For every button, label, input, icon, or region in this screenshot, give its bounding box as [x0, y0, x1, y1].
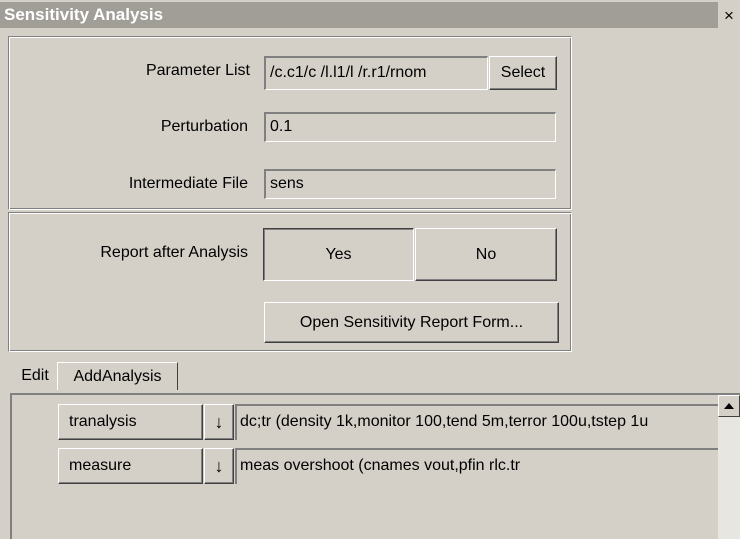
report-no-button[interactable]: No [415, 228, 557, 281]
report-after-analysis-label: Report after Analysis [100, 244, 248, 261]
tab-addanalysis[interactable]: AddAnalysis [57, 362, 178, 390]
analysis-command-field[interactable]: meas overshoot (cnames vout,pfin rlc.tr [235, 448, 718, 484]
arrow-up-icon [724, 403, 734, 409]
perturbation-field[interactable]: 0.1 [264, 112, 556, 142]
scroll-up-button[interactable] [718, 395, 740, 417]
parameter-list-label: Parameter List [145, 62, 250, 79]
open-sensitivity-report-button[interactable]: Open Sensitivity Report Form... [264, 302, 559, 343]
parameter-list-field[interactable]: /c.c1/c /l.l1/l /r.r1/rnom [264, 56, 488, 90]
vertical-scrollbar[interactable] [718, 395, 740, 539]
window-title: Sensitivity Analysis [0, 2, 718, 28]
title-bar: Sensitivity Analysis × [0, 0, 740, 30]
close-icon[interactable]: × [722, 7, 736, 24]
analysis-type-button-measure[interactable]: measure [58, 448, 203, 484]
intermediate-file-label: Intermediate File [128, 175, 248, 192]
analysis-command-field[interactable]: dc;tr (density 1k,monitor 100,tend 5m,te… [235, 404, 718, 440]
tab-edit[interactable]: Edit [15, 362, 55, 390]
analysis-type-button-tranalysis[interactable]: tranalysis [58, 404, 203, 440]
report-yes-button[interactable]: Yes [263, 228, 414, 281]
select-button[interactable]: Select [489, 56, 557, 90]
perturbation-label: Perturbation [160, 118, 248, 135]
dropdown-arrow-icon[interactable]: ↓ [204, 448, 234, 484]
intermediate-file-field[interactable]: sens [264, 169, 556, 199]
dropdown-arrow-icon[interactable]: ↓ [204, 404, 234, 440]
